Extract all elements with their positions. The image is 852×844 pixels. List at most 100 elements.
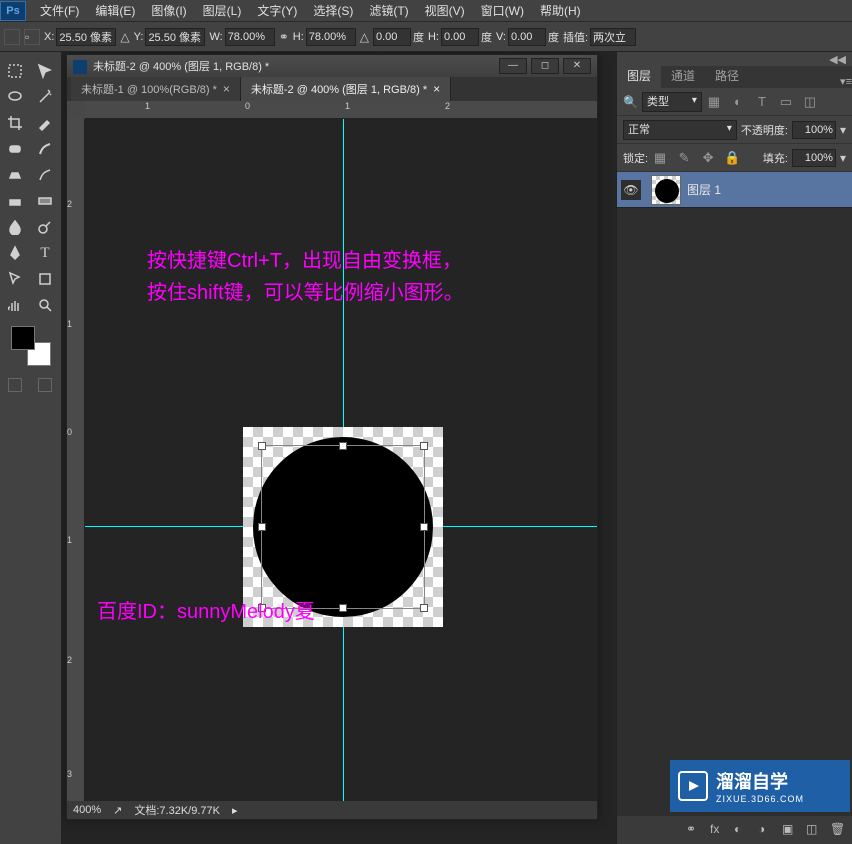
link-layers-icon[interactable]: ⚭: [686, 822, 702, 838]
reference-point-icon[interactable]: ▫: [24, 29, 40, 45]
magic-wand-tool[interactable]: [31, 85, 59, 109]
skewv-input[interactable]: [508, 28, 546, 46]
transform-handle[interactable]: [258, 523, 266, 531]
transform-handle[interactable]: [339, 604, 347, 612]
zoom-tool[interactable]: [31, 293, 59, 317]
filter-adjustment-icon[interactable]: ◐: [730, 94, 746, 110]
crop-tool[interactable]: [1, 111, 29, 135]
hand-tool[interactable]: [1, 293, 29, 317]
menu-filter[interactable]: 滤镜(T): [361, 0, 416, 22]
new-layer-icon[interactable]: ◫: [806, 822, 822, 838]
adjustment-layer-icon[interactable]: ◑: [758, 822, 774, 838]
delete-layer-icon[interactable]: 🗑: [830, 822, 846, 838]
h-input[interactable]: [306, 28, 356, 46]
chevron-down-icon[interactable]: ▾: [840, 123, 846, 137]
filter-smart-icon[interactable]: ◫: [802, 94, 818, 110]
canvas-area[interactable]: 按快捷键Ctrl+T，出现自由变换框， 按住shift键，可以等比例缩小图形。 …: [85, 119, 597, 801]
link-wh-icon[interactable]: ⚭: [279, 30, 289, 44]
filter-shape-icon[interactable]: ▭: [778, 94, 794, 110]
tab-layers[interactable]: 图层: [617, 63, 661, 88]
interp-dropdown[interactable]: [590, 28, 636, 46]
menu-layer[interactable]: 图层(L): [195, 0, 250, 22]
document-titlebar[interactable]: 未标题-2 @ 400% (图层 1, RGB/8) * — ◻ ✕: [67, 55, 597, 77]
lock-position-icon[interactable]: ✥: [700, 150, 716, 166]
lock-transparency-icon[interactable]: ▦: [652, 150, 668, 166]
document-tab[interactable]: 未标题-2 @ 400% (图层 1, RGB/8) *×: [241, 77, 451, 101]
menu-view[interactable]: 视图(V): [417, 0, 473, 22]
screen-mode-icon[interactable]: [38, 378, 52, 392]
menu-select[interactable]: 选择(S): [305, 0, 361, 22]
marquee-rect-tool[interactable]: [1, 59, 29, 83]
layer-mask-icon[interactable]: ◐: [734, 822, 750, 838]
tab-close-icon[interactable]: ×: [433, 82, 440, 96]
transform-handle[interactable]: [339, 442, 347, 450]
blend-mode-dropdown[interactable]: 正常: [623, 120, 737, 140]
minimize-button[interactable]: —: [499, 58, 527, 74]
ruler-horizontal[interactable]: 1 0 1 2: [85, 101, 597, 119]
visibility-eye-icon[interactable]: 👁: [621, 180, 641, 200]
angle-input[interactable]: [373, 28, 411, 46]
layer-group-icon[interactable]: ▣: [782, 822, 798, 838]
transform-handle[interactable]: [420, 604, 428, 612]
pen-tool[interactable]: [1, 241, 29, 265]
eraser-tool[interactable]: [1, 189, 29, 213]
foreground-color[interactable]: [11, 326, 35, 350]
transform-handle[interactable]: [420, 442, 428, 450]
filter-pixel-icon[interactable]: ▦: [706, 94, 722, 110]
free-transform-box[interactable]: [261, 445, 425, 609]
layer-name[interactable]: 图层 1: [687, 181, 721, 198]
y-input[interactable]: [145, 28, 205, 46]
menu-window[interactable]: 窗口(W): [473, 0, 532, 22]
arrow-icon[interactable]: ↗: [113, 804, 122, 817]
lock-pixels-icon[interactable]: ✎: [676, 150, 692, 166]
tab-paths[interactable]: 路径: [705, 63, 749, 88]
menu-file[interactable]: 文件(F): [32, 0, 87, 22]
fill-input[interactable]: [792, 149, 836, 167]
menu-type[interactable]: 文字(Y): [249, 0, 305, 22]
healing-brush-tool[interactable]: [1, 137, 29, 161]
clone-stamp-tool[interactable]: [1, 163, 29, 187]
collapse-icon[interactable]: ◀◀: [829, 54, 846, 66]
chevron-down-icon[interactable]: ▾: [840, 151, 846, 165]
history-brush-tool[interactable]: [31, 163, 59, 187]
doc-info[interactable]: 文档:7.32K/9.77K: [134, 802, 220, 818]
transform-tool-icon[interactable]: [4, 29, 20, 45]
transform-handle[interactable]: [420, 523, 428, 531]
dodge-tool[interactable]: [31, 215, 59, 239]
brush-tool[interactable]: [31, 137, 59, 161]
opacity-input[interactable]: [792, 121, 836, 139]
filter-icon[interactable]: 🔍: [623, 95, 638, 109]
x-input[interactable]: [56, 28, 116, 46]
transform-handle[interactable]: [258, 442, 266, 450]
filter-type-dropdown[interactable]: 类型: [642, 92, 702, 112]
document-tab[interactable]: 未标题-1 @ 100%(RGB/8) *×: [71, 77, 241, 101]
eyedropper-tool[interactable]: [31, 111, 59, 135]
skewh-input[interactable]: [441, 28, 479, 46]
menu-image[interactable]: 图像(I): [143, 0, 194, 22]
gradient-tool[interactable]: [31, 189, 59, 213]
close-button[interactable]: ✕: [563, 58, 591, 74]
lasso-tool[interactable]: [1, 85, 29, 109]
type-tool[interactable]: T: [31, 241, 59, 265]
color-swatches[interactable]: [11, 326, 51, 366]
menu-edit[interactable]: 编辑(E): [87, 0, 143, 22]
zoom-level[interactable]: 400%: [73, 804, 101, 816]
swap-xy-icon[interactable]: △: [120, 30, 129, 44]
ruler-vertical[interactable]: 2 1 0 1 2 3: [67, 119, 85, 801]
path-select-tool[interactable]: [1, 267, 29, 291]
move-tool[interactable]: [31, 59, 59, 83]
layer-fx-icon[interactable]: fx: [710, 822, 726, 838]
layer-row[interactable]: 👁 图层 1: [617, 172, 852, 208]
blur-tool[interactable]: [1, 215, 29, 239]
w-input[interactable]: [225, 28, 275, 46]
menu-help[interactable]: 帮助(H): [532, 0, 589, 22]
maximize-button[interactable]: ◻: [531, 58, 559, 74]
lock-all-icon[interactable]: 🔒: [724, 150, 740, 166]
layer-thumbnail[interactable]: [651, 175, 681, 205]
quick-mask-icon[interactable]: [8, 378, 22, 392]
tab-close-icon[interactable]: ×: [223, 82, 230, 96]
tab-channels[interactable]: 通道: [661, 63, 705, 88]
panel-menu-icon[interactable]: ▾≡: [840, 75, 852, 88]
chevron-right-icon[interactable]: ▸: [232, 804, 238, 817]
shape-tool[interactable]: [31, 267, 59, 291]
